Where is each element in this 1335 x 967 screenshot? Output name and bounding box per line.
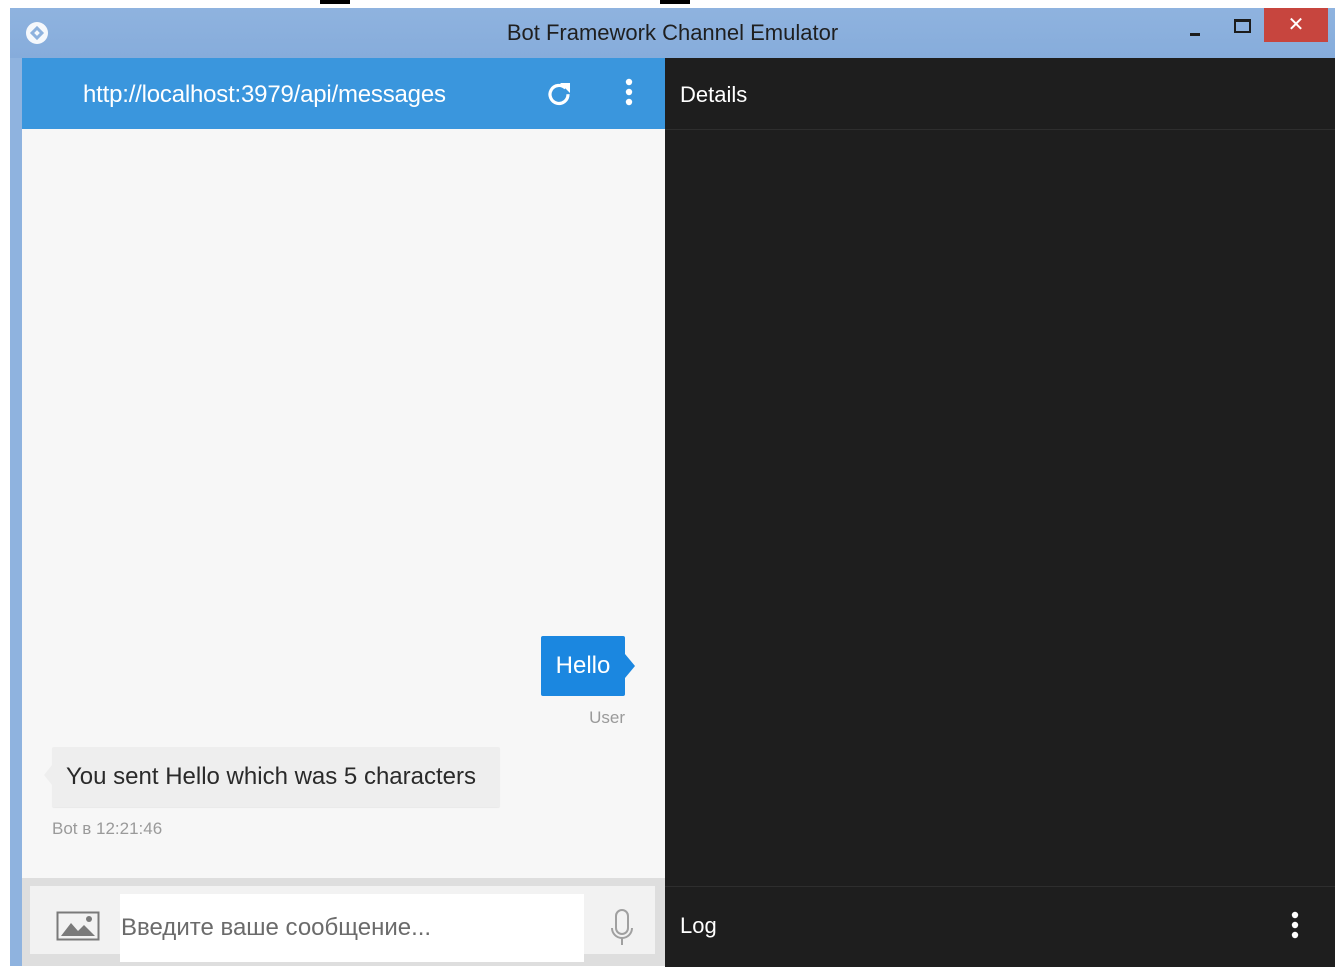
message-input[interactable]: [120, 894, 585, 962]
composer-box: [30, 886, 655, 962]
refresh-icon[interactable]: [543, 78, 575, 110]
background-fragment: [660, 0, 690, 4]
bot-message-bubble[interactable]: You sent Hello which was 5 characters: [44, 747, 500, 807]
window-title: Bot Framework Channel Emulator: [506, 20, 839, 45]
close-icon: ✕: [1287, 14, 1305, 36]
details-pane: Details Log: [665, 58, 1335, 967]
bot-message-caption: Bot в 12:21:46: [52, 819, 163, 838]
emulator-window: Bot Framework Channel Emulator ✕ http://…: [10, 8, 1335, 967]
microphone-icon[interactable]: [610, 908, 634, 948]
details-header: Details: [665, 58, 1335, 130]
details-title: Details: [680, 82, 748, 107]
user-message-caption: User: [589, 708, 625, 727]
title-bar[interactable]: Bot Framework Channel Emulator ✕: [10, 8, 1335, 58]
maximize-button[interactable]: [1224, 8, 1260, 42]
minimize-button[interactable]: [1176, 8, 1214, 42]
background-fragment: [320, 0, 350, 4]
message-composer: [22, 878, 665, 966]
log-kebab-menu-icon[interactable]: [1285, 909, 1305, 943]
log-header[interactable]: Log: [665, 886, 1335, 967]
user-message-bubble[interactable]: Hello: [541, 636, 635, 696]
background-top-strip: [0, 0, 1335, 8]
message-input-container: [120, 894, 585, 962]
chat-pane: http://localhost:3979/api/messages Hello…: [22, 58, 665, 966]
close-button[interactable]: ✕: [1264, 8, 1328, 42]
details-content: [665, 130, 1335, 886]
minimize-icon: [1190, 33, 1200, 36]
kebab-menu-icon[interactable]: [619, 76, 639, 110]
maximize-icon: [1234, 19, 1251, 33]
image-upload-icon[interactable]: [56, 911, 100, 941]
log-title: Log: [680, 913, 717, 938]
chat-header: http://localhost:3979/api/messages: [22, 58, 665, 129]
endpoint-url[interactable]: http://localhost:3979/api/messages: [83, 58, 446, 129]
